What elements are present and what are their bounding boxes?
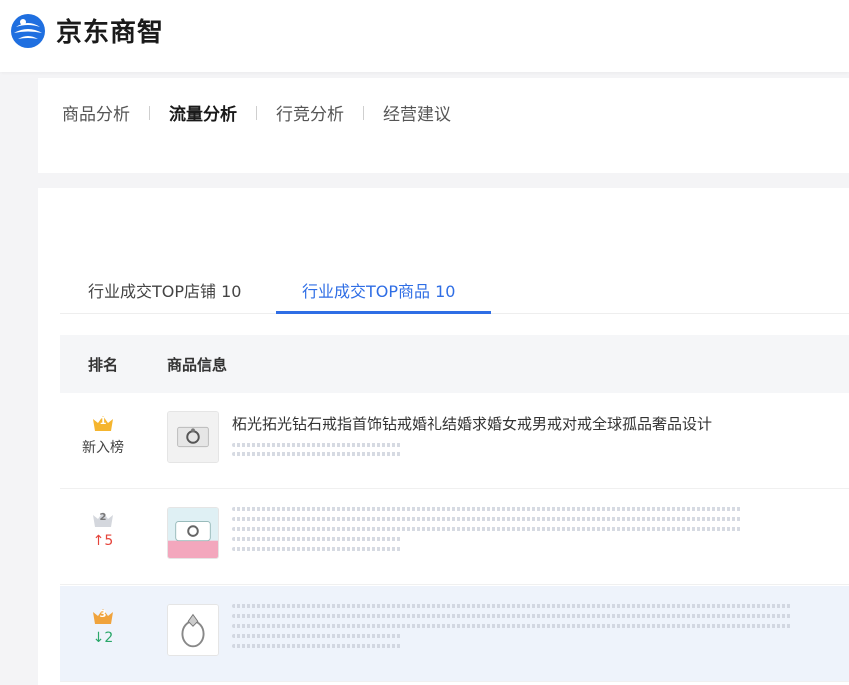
rank-cell: 3 ↓2 bbox=[78, 606, 128, 646]
brand-logo[interactable]: 京东商智 bbox=[10, 12, 164, 49]
ring-icon bbox=[168, 605, 218, 655]
brand-logo-icon bbox=[11, 13, 45, 48]
nav-item-product-analysis[interactable]: 商品分析 bbox=[62, 100, 130, 125]
nav-item-competition-analysis[interactable]: 行竞分析 bbox=[276, 100, 344, 125]
blurred-text bbox=[232, 507, 742, 511]
product-title[interactable]: 柘光拓光钻石戒指首饰钻戒婚礼结婚求婚女戒男戒对戒全球孤品奢品设计 bbox=[232, 413, 712, 434]
rank-change: ↓2 bbox=[92, 630, 114, 646]
blurred-text bbox=[232, 452, 402, 456]
crown-icon: 2 bbox=[91, 509, 115, 529]
rank-number: 3 bbox=[99, 609, 107, 620]
nav-divider bbox=[149, 105, 150, 120]
tab-top-shops[interactable]: 行业成交TOP店铺 10 bbox=[88, 278, 241, 302]
tab-top-products[interactable]: 行业成交TOP商品 10 bbox=[302, 278, 455, 302]
jewelry-box-icon bbox=[168, 508, 218, 558]
blurred-text bbox=[232, 644, 402, 648]
blurred-text bbox=[232, 517, 742, 521]
blurred-text bbox=[232, 614, 792, 618]
nav-divider bbox=[363, 105, 364, 120]
nav-item-traffic-analysis[interactable]: 流量分析 bbox=[169, 100, 237, 125]
blurred-text bbox=[232, 634, 402, 638]
crown-icon: 3 bbox=[91, 606, 115, 626]
blurred-text bbox=[232, 604, 792, 608]
product-thumbnail[interactable] bbox=[167, 411, 219, 463]
rank-cell: 1 新入榜 bbox=[78, 413, 128, 457]
blurred-text bbox=[232, 547, 402, 551]
table-row[interactable]: 1 新入榜 柘光拓光钻石戒指首饰钻戒婚礼结婚求婚女戒男戒对戒全球孤品奢品设计 bbox=[60, 393, 849, 489]
ranking-tabs: 行业成交TOP店铺 10 行业成交TOP商品 10 bbox=[60, 264, 849, 314]
table-row[interactable]: 2 ↑5 bbox=[60, 489, 849, 585]
blurred-text bbox=[232, 527, 742, 531]
nav-divider bbox=[256, 105, 257, 120]
rank-change: ↑5 bbox=[92, 533, 114, 549]
table-header: 排名 商品信息 bbox=[60, 335, 849, 393]
blurred-text bbox=[232, 537, 402, 541]
top-bar: 京东商智 bbox=[0, 0, 849, 72]
table-row[interactable]: 3 ↓2 bbox=[60, 586, 849, 682]
active-tab-indicator bbox=[276, 311, 491, 314]
column-header-product-info: 商品信息 bbox=[167, 356, 228, 374]
brand-name: 京东商智 bbox=[56, 18, 165, 48]
blurred-text bbox=[232, 443, 402, 447]
rank-number: 2 bbox=[99, 512, 107, 523]
rank-number: 1 bbox=[99, 416, 107, 427]
analysis-nav: 商品分析 流量分析 行竞分析 经营建议 bbox=[62, 100, 451, 125]
rank-cell: 2 ↑5 bbox=[78, 509, 128, 549]
product-thumbnail[interactable] bbox=[167, 507, 219, 559]
product-thumbnail[interactable] bbox=[167, 604, 219, 656]
ranking-card: 行业成交TOP店铺 10 行业成交TOP商品 10 排名 商品信息 1 新入榜 … bbox=[38, 188, 849, 685]
crown-icon: 1 bbox=[91, 413, 115, 433]
nav-card: 商品分析 流量分析 行竞分析 经营建议 bbox=[38, 78, 849, 173]
column-header-rank: 排名 bbox=[88, 356, 119, 374]
ring-box-icon bbox=[168, 412, 218, 462]
blurred-text bbox=[232, 624, 792, 628]
rank-change: 新入榜 bbox=[82, 440, 124, 456]
nav-item-business-advice[interactable]: 经营建议 bbox=[383, 100, 451, 125]
